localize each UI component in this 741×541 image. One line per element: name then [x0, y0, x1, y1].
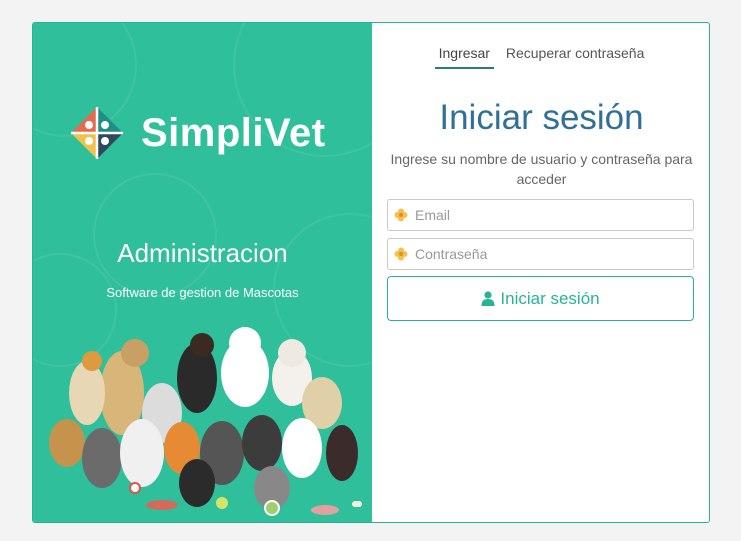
password-input[interactable] [413, 245, 693, 263]
dogs-illustration [49, 327, 362, 516]
login-title: Iniciar sesión [439, 98, 644, 137]
brand: SimpliVet [67, 103, 326, 163]
login-card: SimpliVet Administracion Software de ges… [32, 22, 710, 523]
email-field[interactable] [387, 199, 694, 231]
brand-panel: SimpliVet Administracion Software de ges… [33, 23, 372, 522]
panel-subtitle: Software de gestion de Mascotas [106, 285, 299, 300]
panel-title: Administracion [117, 238, 288, 268]
brand-name: SimpliVet [141, 110, 326, 155]
email-input[interactable] [413, 206, 693, 224]
flower-icon [394, 208, 408, 222]
auth-tabs: Ingresar Recuperar contraseña [372, 45, 709, 69]
flower-icon [394, 247, 408, 261]
simplivet-logo-icon [69, 105, 125, 161]
login-button[interactable]: Iniciar sesión [387, 276, 694, 321]
tab-ingresar[interactable]: Ingresar [434, 45, 494, 69]
login-description: Ingrese su nombre de usuario y contraseñ… [390, 151, 693, 187]
login-panel: Ingresar Recuperar contraseña Iniciar se… [372, 23, 709, 522]
tab-recuperar-contrasena[interactable]: Recuperar contraseña [502, 45, 649, 67]
user-icon [481, 291, 495, 306]
password-field[interactable] [387, 238, 694, 270]
login-button-label: Iniciar sesión [500, 288, 600, 308]
